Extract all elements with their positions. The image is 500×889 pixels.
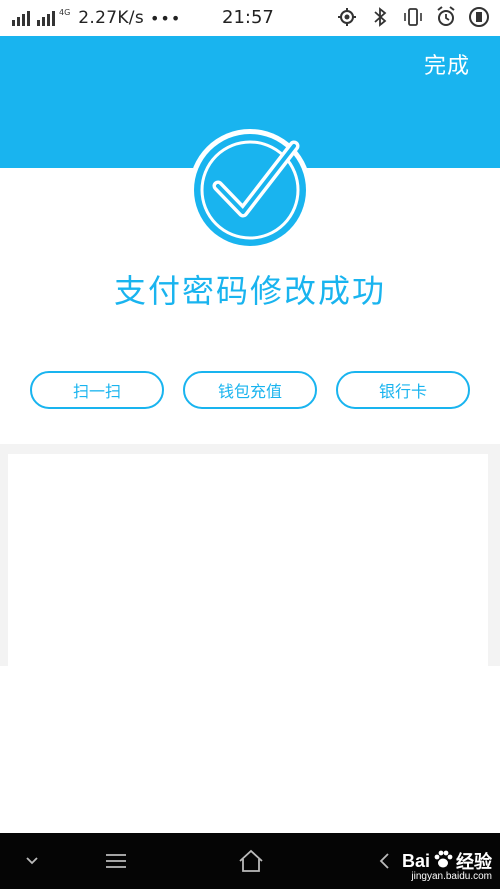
watermark-url: jingyan.baidu.com [411,871,492,882]
status-left: 4G 2.27K/s ••• [0,8,181,28]
home-icon[interactable] [230,833,272,889]
signal-icon-2 [37,10,55,26]
action-buttons: 扫一扫 钱包充值 银行卡 [30,371,470,409]
back-icon[interactable] [372,833,396,889]
scan-button[interactable]: 扫一扫 [30,371,164,409]
success-check-icon [188,128,312,252]
wallet-recharge-label: 钱包充值 [217,382,282,401]
done-button[interactable]: 完成 [424,48,470,80]
content-card [8,454,488,666]
watermark: Bai 经验 jingyan.baidu.com [402,837,492,885]
status-right [336,6,490,28]
navigation-bar: Bai 经验 jingyan.baidu.com [0,833,500,889]
status-time: 21:57 [222,7,274,28]
wallet-recharge-button[interactable]: 钱包充值 [183,371,317,409]
content-area [0,444,500,666]
vibrate-icon [402,6,424,28]
watermark-brand-latin: Bai [401,850,430,871]
success-title: 支付密码修改成功 [113,272,386,310]
scan-button-label: 扫一扫 [72,382,121,401]
location-icon [336,6,358,28]
menu-icon[interactable] [96,833,136,889]
screen: 4G 2.27K/s ••• 21:57 完成 支付密码修改成功 扫一扫 钱包充… [0,0,500,889]
bank-card-label: 银行卡 [378,382,427,401]
collapse-icon[interactable] [14,833,50,889]
battery-icon [468,6,490,28]
bank-card-button[interactable]: 银行卡 [336,371,470,409]
alarm-icon [435,6,457,28]
signal-icon [12,10,30,26]
more-indicator: ••• [149,8,182,28]
status-bar: 4G 2.27K/s ••• 21:57 [0,0,500,36]
network-speed: 2.27K/s [78,8,144,28]
network-type: 4G [59,8,71,17]
bluetooth-icon [369,6,391,28]
